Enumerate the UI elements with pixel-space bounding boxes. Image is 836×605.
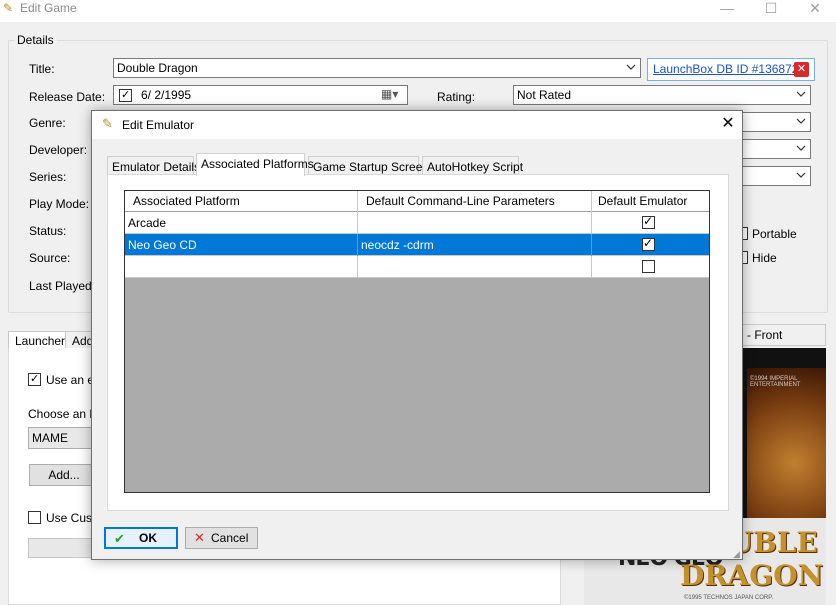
close-window-button[interactable]: ✕	[800, 0, 830, 20]
pencil-icon: ✎	[102, 116, 113, 131]
platform-cell[interactable]: Neo Geo CD	[125, 234, 358, 256]
cancel-button[interactable]: ✕ Cancel	[185, 527, 258, 549]
resize-grip-icon[interactable]: ◢	[733, 549, 743, 559]
calendar-icon[interactable]: ▦▾	[381, 87, 398, 101]
minimize-button[interactable]: —	[712, 0, 742, 20]
window-titlebar: ✎ Edit Game — ☐ ✕	[0, 0, 836, 22]
series-select[interactable]	[742, 166, 811, 186]
dialog-titlebar: ✎ Edit Emulator ✕	[92, 111, 742, 139]
params-cell[interactable]	[358, 212, 592, 234]
default-emulator-checkbox[interactable]: ✓	[642, 236, 655, 251]
title-value: Double Dragon	[117, 61, 198, 75]
grid-header: Associated Platform Default Command-Line…	[125, 191, 709, 212]
chevron-down-icon	[796, 91, 806, 97]
play-mode-label: Play Mode:	[29, 197, 90, 211]
window-title: Edit Game	[20, 1, 77, 15]
use-emulator-checkbox[interactable]: ✓	[28, 373, 41, 386]
series-label: Series:	[29, 170, 67, 184]
chevron-down-icon	[796, 145, 806, 151]
use-custom-checkbox[interactable]	[28, 511, 41, 524]
details-group-label: Details	[14, 33, 57, 47]
platform-cell[interactable]: Arcade	[125, 212, 358, 234]
cover-copyright-top: ©1994 IMPERIAL ENTERTAINMENT	[750, 376, 801, 388]
column-header-params[interactable]: Default Command-Line Parameters	[358, 191, 592, 212]
check-icon: ✓	[643, 214, 654, 228]
tab-game-startup-screen[interactable]: Game Startup Screen	[308, 156, 429, 176]
cover-copyright-bottom: ©1995 TECHNOS JAPAN CORP.	[684, 595, 774, 601]
genre-select[interactable]	[742, 112, 811, 132]
default-cell	[592, 256, 709, 278]
image-type-tab[interactable]: - Front	[742, 324, 826, 346]
title-field[interactable]: Double Dragon	[113, 58, 641, 78]
pencil-icon: ✎	[3, 1, 14, 15]
chevron-down-icon	[796, 172, 806, 178]
remove-link-icon[interactable]: ✕	[794, 62, 809, 77]
developer-label: Developer:	[29, 143, 88, 157]
default-emulator-checkbox[interactable]: ✓	[642, 214, 655, 229]
rating-select[interactable]: Not Rated	[513, 85, 811, 105]
default-emulator-checkbox[interactable]	[642, 260, 655, 273]
source-label: Source:	[29, 251, 71, 265]
title-label: Title:	[29, 62, 55, 76]
dialog-title: Edit Emulator	[122, 118, 195, 132]
ok-button[interactable]: ✔ OK	[104, 527, 178, 549]
default-cell: ✓	[592, 234, 709, 256]
params-cell[interactable]: neocdz -cdrm	[358, 234, 592, 256]
status-label: Status:	[29, 224, 67, 238]
column-header-default[interactable]: Default Emulator	[592, 191, 709, 212]
default-cell: ✓	[592, 212, 709, 234]
emulator-value: MAME	[32, 431, 68, 445]
check-icon: ✓	[121, 89, 131, 101]
tab-emulator-details[interactable]: Emulator Details	[107, 156, 200, 176]
release-date-value: 6/ 2/1995	[141, 88, 192, 102]
table-row[interactable]: Neo Geo CD neocdz -cdrm ✓	[125, 234, 709, 256]
maximize-button[interactable]: ☐	[756, 0, 786, 20]
tab-associated-platforms[interactable]: Associated Platforms	[196, 153, 314, 176]
developer-select[interactable]	[742, 139, 811, 159]
release-date-field[interactable]: ✓ 6/ 2/1995 ▦▾	[113, 85, 408, 105]
tab-launcher[interactable]: Launcher	[8, 331, 73, 348]
checkmark-icon: ✔	[114, 531, 125, 546]
table-row[interactable]	[125, 256, 709, 278]
ok-label: OK	[139, 531, 157, 545]
genre-label: Genre:	[29, 116, 66, 130]
params-cell[interactable]	[358, 256, 592, 278]
cancel-x-icon: ✕	[194, 530, 205, 545]
check-icon: ✓	[643, 236, 654, 250]
custom-path-field[interactable]	[28, 538, 98, 558]
chevron-down-icon	[626, 64, 636, 70]
release-date-checkbox[interactable]: ✓	[119, 89, 132, 102]
tab-autohotkey-script[interactable]: AutoHotkey Script	[422, 156, 523, 176]
check-icon: ✓	[30, 373, 40, 385]
edit-emulator-dialog: ✎ Edit Emulator ✕ Emulator Details Assoc…	[91, 110, 743, 560]
rating-value: Not Rated	[517, 88, 572, 102]
cancel-label: Cancel	[211, 531, 249, 545]
launchbox-db-link[interactable]: LaunchBox DB ID #136872	[653, 62, 798, 76]
column-header-platform[interactable]: Associated Platform	[125, 191, 358, 212]
release-date-label: Release Date:	[29, 90, 106, 104]
add-emulator-button[interactable]: Add...	[29, 464, 99, 486]
rating-label: Rating:	[437, 90, 476, 104]
platform-cell[interactable]	[125, 256, 358, 278]
hide-label: Hide	[752, 251, 777, 265]
table-row[interactable]: Arcade ✓	[125, 212, 709, 234]
last-played-label: Last Played:	[29, 279, 96, 293]
dialog-close-button[interactable]: ✕	[718, 114, 738, 134]
chevron-down-icon	[796, 118, 806, 124]
platforms-grid: Associated Platform Default Command-Line…	[124, 190, 710, 493]
portable-label: Portable	[752, 227, 797, 241]
